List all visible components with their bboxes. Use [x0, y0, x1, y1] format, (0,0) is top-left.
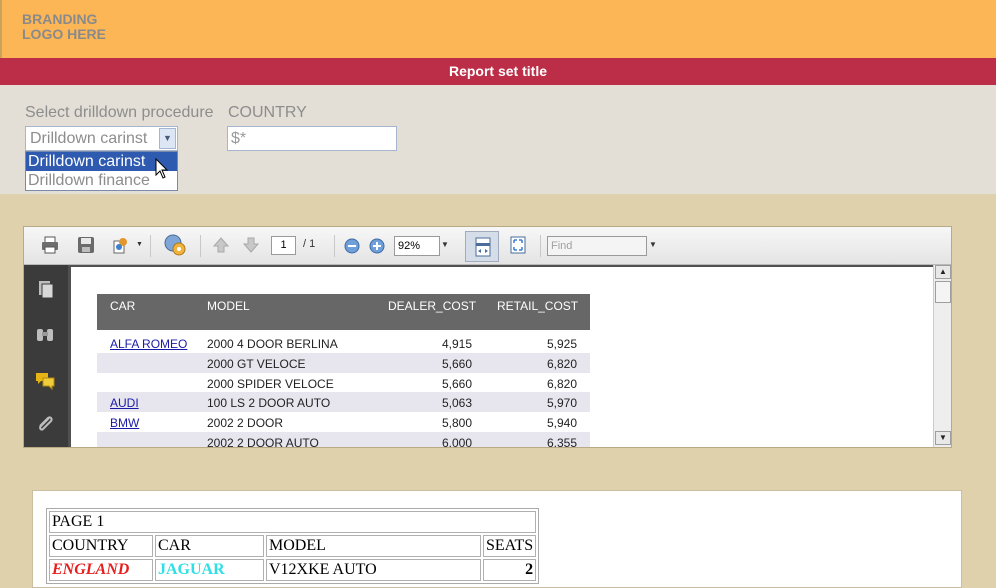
html-report-panel: PAGE 1 COUNTRY CAR MODEL SEATS ENGLAND J… [32, 490, 962, 588]
model-cell: 100 LS 2 DOOR AUTO [207, 396, 331, 410]
toolbar-separator [200, 235, 201, 257]
share-icon[interactable] [111, 235, 131, 255]
toolbar-separator [540, 235, 541, 257]
settings-icon[interactable] [163, 233, 187, 257]
find-input[interactable]: Find [547, 236, 647, 256]
drilldown-select[interactable]: Drilldown carinst ▼ [25, 126, 178, 151]
share-dropdown-chevron-icon[interactable]: ▼ [136, 241, 143, 248]
model-cell: 2002 2 DOOR AUTO [207, 436, 319, 447]
header-model: MODEL [207, 299, 250, 313]
car-link[interactable]: BMW [110, 416, 139, 430]
vertical-scrollbar[interactable]: ▲ ▼ [933, 265, 951, 447]
header-dealer-cost: DEALER_COST [388, 299, 477, 313]
dealer-cost-cell: 5,660 [441, 357, 472, 371]
pdf-document-area: CAR MODEL DEALER_COST RETAIL_COST ALFA R… [68, 265, 933, 447]
table-row: 2002 2 DOOR AUTO 6,000 6,355 [97, 432, 590, 447]
dealer-cost-cell: 5,063 [441, 396, 472, 410]
toolbar-separator [334, 235, 335, 257]
country-input[interactable]: $* [227, 126, 397, 151]
header-model: MODEL [266, 535, 481, 557]
pages-icon[interactable] [34, 279, 56, 301]
report-header-row: CAR MODEL DEALER_COST RETAIL_COST [97, 294, 590, 330]
scroll-up-icon[interactable]: ▲ [935, 265, 951, 279]
html-report-table: PAGE 1 COUNTRY CAR MODEL SEATS ENGLAND J… [46, 508, 540, 584]
chevron-down-icon[interactable]: ▼ [159, 128, 176, 149]
drilldown-selected-value: Drilldown carinst [30, 130, 148, 147]
fit-page-icon[interactable] [508, 235, 528, 255]
seats-cell: 2 [483, 559, 537, 581]
mouse-cursor-icon [155, 158, 169, 179]
branding-bar: BRANDING LOGO HERE [0, 0, 996, 58]
header-car: CAR [155, 535, 264, 557]
retail-cost-cell: 6,355 [546, 436, 577, 447]
model-cell: 2000 SPIDER VELOCE [207, 377, 334, 391]
model-cell: 2000 GT VELOCE [207, 357, 306, 371]
zoom-in-icon[interactable] [369, 238, 385, 254]
model-cell: 2002 2 DOOR [207, 416, 284, 430]
table-row: ALFA ROMEO 2000 4 DOOR BERLINA 4,915 5,9… [97, 333, 590, 353]
zoom-chevron-down-icon[interactable]: ▼ [441, 240, 449, 249]
country-label: COUNTRY [228, 104, 307, 121]
header-seats: SEATS [483, 535, 537, 557]
scroll-thumb[interactable] [935, 281, 951, 303]
country-cell: ENGLAND [49, 559, 153, 581]
header-country: COUNTRY [49, 535, 153, 557]
pdf-side-panel [24, 265, 68, 447]
zoom-level-select[interactable]: 92% [394, 236, 440, 256]
branding-logo: BRANDING LOGO HERE [22, 11, 107, 42]
dealer-cost-cell: 5,660 [441, 377, 472, 391]
model-cell: V12XKE AUTO [266, 559, 481, 581]
fit-width-icon [475, 237, 491, 257]
retail-cost-cell: 5,940 [546, 416, 577, 430]
retail-cost-cell: 5,925 [546, 337, 577, 351]
retail-cost-cell: 6,820 [546, 357, 577, 371]
pdf-viewer: ▼ 1 / 1 92% ▼ Find ▼ CAR MODEL DEALER_CO… [23, 226, 952, 448]
zoom-out-icon[interactable] [344, 238, 360, 254]
pdf-toolbar: ▼ 1 / 1 92% ▼ Find ▼ [24, 227, 951, 265]
scroll-down-icon[interactable]: ▼ [935, 431, 951, 445]
header-car: CAR [110, 299, 136, 313]
binoculars-icon[interactable] [34, 323, 56, 345]
next-page-icon[interactable] [241, 235, 261, 255]
previous-page-icon[interactable] [211, 235, 231, 255]
dealer-cost-cell: 6,000 [441, 436, 472, 447]
table-row: AUDI 100 LS 2 DOOR AUTO 5,063 5,970 [97, 392, 590, 412]
retail-cost-cell: 6,820 [546, 377, 577, 391]
table-row: BMW 2002 2 DOOR 5,800 5,940 [97, 412, 590, 432]
print-icon[interactable] [40, 235, 60, 255]
car-cell: JAGUAR [155, 559, 264, 581]
toolbar-separator [150, 235, 151, 257]
pdf-page: CAR MODEL DEALER_COST RETAIL_COST ALFA R… [71, 267, 933, 447]
car-link[interactable]: AUDI [110, 396, 139, 410]
page-label: PAGE 1 [49, 511, 537, 533]
save-icon[interactable] [76, 235, 96, 255]
dealer-cost-cell: 5,800 [441, 416, 472, 430]
report-set-title: Report set title [0, 58, 996, 85]
page-number-input[interactable]: 1 [271, 236, 296, 255]
drilldown-label: Select drilldown procedure [25, 104, 214, 121]
table-row: 2000 GT VELOCE 5,660 6,820 [97, 353, 590, 373]
table-row: 2000 SPIDER VELOCE 5,660 6,820 [97, 373, 590, 393]
model-cell: 2000 4 DOOR BERLINA [207, 337, 338, 351]
dealer-cost-cell: 4,915 [441, 337, 472, 351]
header-retail-cost: RETAIL_COST [497, 299, 579, 313]
fit-width-button[interactable] [465, 231, 499, 262]
attachment-icon[interactable] [34, 413, 56, 435]
page-total: / 1 [303, 238, 316, 250]
find-chevron-down-icon[interactable]: ▼ [649, 240, 657, 249]
retail-cost-cell: 5,970 [546, 396, 577, 410]
parameter-panel: Select drilldown procedure Drilldown car… [0, 85, 996, 194]
car-link[interactable]: ALFA ROMEO [110, 337, 187, 351]
comments-icon[interactable] [34, 369, 56, 391]
